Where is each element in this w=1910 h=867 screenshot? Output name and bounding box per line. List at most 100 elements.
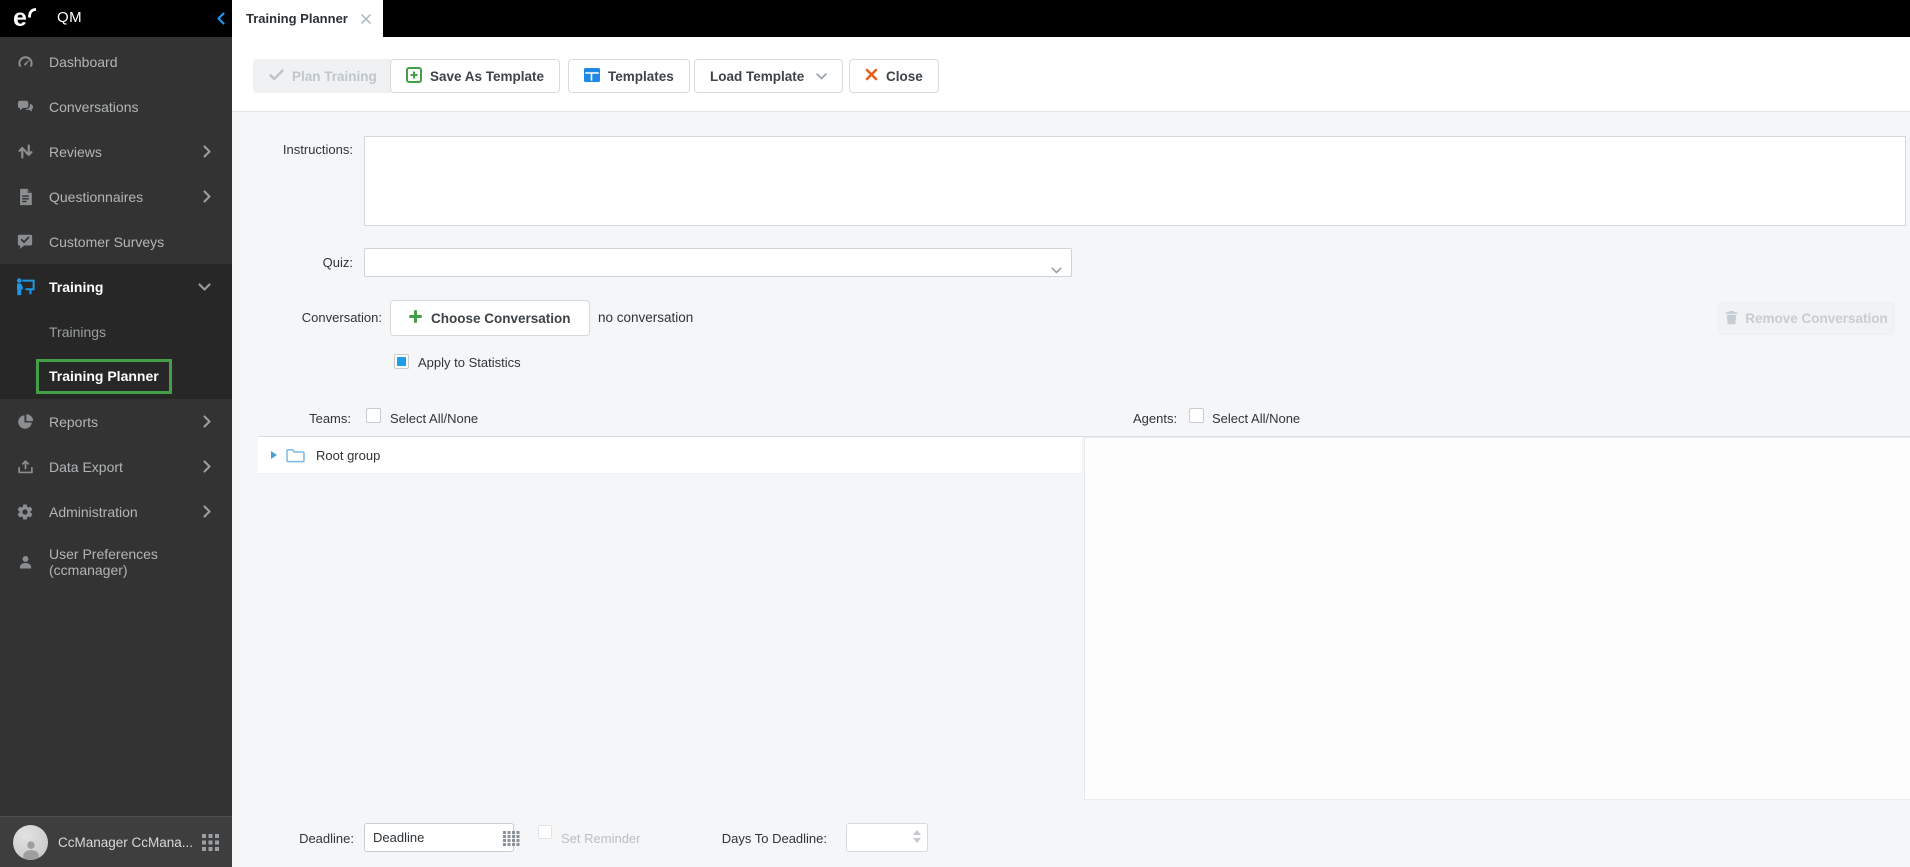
teams-select-all-checkbox[interactable] (366, 408, 381, 423)
tree-node-label: Root group (316, 447, 381, 463)
tab-close-icon[interactable] (360, 13, 372, 25)
chevron-right-icon (203, 415, 211, 428)
sidebar-item-label: Dashboard (49, 53, 118, 70)
presenter-icon (15, 277, 35, 297)
expand-triangle-icon[interactable] (271, 451, 277, 459)
set-reminder-checkbox[interactable] (538, 825, 552, 839)
sidebar-item-questionnaires[interactable]: Questionnaires (0, 174, 232, 219)
sidebar-item-label: Reviews (49, 143, 102, 160)
sidebar-item-label: Training Planner (49, 368, 159, 384)
save-as-template-button[interactable]: Save As Template (390, 59, 561, 93)
set-reminder-label: Set Reminder (561, 831, 641, 846)
collapse-sidebar-icon[interactable] (217, 12, 225, 30)
agents-select-all-label: Select All/None (1212, 411, 1301, 426)
document-icon (15, 188, 35, 206)
stepper-arrows-icon[interactable] (913, 830, 921, 843)
sidebar-item-administration[interactable]: Administration (0, 489, 232, 534)
export-tray-icon (15, 458, 35, 475)
days-to-deadline-label: Days To Deadline: (721, 831, 827, 846)
days-to-deadline-stepper[interactable] (846, 823, 928, 852)
remove-conversation-button[interactable]: Remove Conversation (1718, 302, 1895, 335)
chevron-right-icon (203, 190, 211, 203)
arrow-up-icon (913, 830, 921, 835)
sidebar-item-data-export[interactable]: Data Export (0, 444, 232, 489)
arrows-up-down-icon (15, 143, 35, 160)
apply-to-statistics-label: Apply to Statistics (418, 355, 521, 370)
sidebar-item-label: Conversations (49, 98, 139, 115)
sidebar-item-user-preferences[interactable]: User Preferences (ccmanager) (0, 534, 232, 590)
chevron-right-icon (203, 460, 211, 473)
close-x-icon (865, 68, 878, 84)
tab-training-planner[interactable]: Training Planner (232, 0, 383, 37)
deadline-input[interactable] (364, 823, 514, 852)
sidebar-item-training-planner[interactable]: Training Planner (0, 354, 232, 399)
sidebar-item-label: Questionnaires (49, 188, 144, 205)
quiz-label: Quiz: (322, 255, 353, 270)
sidebar-item-trainings[interactable]: Trainings (0, 309, 232, 354)
folder-icon (286, 448, 305, 463)
plus-icon (409, 310, 422, 326)
chat-bubbles-icon (15, 98, 35, 116)
sidebar-item-label: Trainings (49, 323, 107, 340)
chevron-down-icon (816, 72, 827, 80)
pie-chart-icon (15, 413, 35, 430)
sidebar-item-training[interactable]: Training (0, 264, 232, 309)
chevron-down-icon (198, 282, 211, 291)
instructions-textarea[interactable] (364, 136, 1906, 226)
app-root: e QM Training Planner Dashboard Conversa… (0, 0, 1910, 867)
load-template-button[interactable]: Load Template (694, 59, 844, 93)
sidebar-item-label: User Preferences (ccmanager) (49, 545, 158, 578)
instructions-label: Instructions: (282, 142, 353, 157)
tab-label: Training Planner (246, 11, 348, 26)
toolbar: Plan Training Save As Template Templates… (232, 37, 1910, 112)
agents-select-all-checkbox[interactable] (1189, 408, 1204, 423)
conversation-status: no conversation (598, 310, 694, 325)
product-title: QM (57, 9, 83, 26)
sidebar-item-dashboard[interactable]: Dashboard (0, 39, 232, 84)
chevron-down-icon (1051, 261, 1062, 279)
trash-icon (1725, 310, 1738, 328)
top-bar: e QM Training Planner (0, 0, 1910, 37)
sidebar-item-customer-surveys[interactable]: Customer Surveys (0, 219, 232, 264)
user-profile-bar[interactable]: CcManager CcMana... (0, 816, 232, 867)
chevron-right-icon (203, 505, 211, 518)
deadline-label: Deadline: (299, 831, 354, 846)
arrow-down-icon (913, 838, 921, 843)
sidebar-nav: Dashboard Conversations Reviews Question… (0, 37, 232, 590)
quiz-select[interactable] (364, 248, 1072, 277)
sidebar-item-label: Customer Surveys (49, 233, 165, 250)
teams-tree-row-root-group[interactable]: Root group (258, 437, 1082, 474)
sidebar-item-conversations[interactable]: Conversations (0, 84, 232, 129)
choose-conversation-button[interactable]: Choose Conversation (390, 300, 590, 336)
close-button[interactable]: Close (849, 59, 939, 93)
plan-training-button[interactable]: Plan Training (253, 59, 393, 93)
sidebar-item-reviews[interactable]: Reviews (0, 129, 232, 174)
sidebar-item-label: Reports (49, 413, 99, 430)
sidebar-item-label: Training (49, 278, 104, 295)
agents-label: Agents: (1133, 411, 1178, 426)
plus-square-icon (406, 66, 422, 86)
sidebar-item-label: Data Export (49, 458, 123, 475)
person-icon (15, 554, 35, 571)
agents-panel (1084, 437, 1910, 800)
teams-select-all-label: Select All/None (390, 411, 479, 426)
templates-button[interactable]: Templates (568, 59, 690, 93)
gear-icon (15, 503, 35, 521)
training-section: Training Trainings Training Planner (0, 264, 232, 399)
sidebar-item-reports[interactable]: Reports (0, 399, 232, 444)
main-content: Plan Training Save As Template Templates… (232, 37, 1910, 867)
user-name: CcManager CcMana... (58, 834, 194, 850)
sidebar-item-label: Administration (49, 503, 138, 520)
apps-grid-icon[interactable] (202, 833, 219, 851)
chevron-right-icon (203, 145, 211, 158)
teams-label: Teams: (309, 411, 351, 426)
gauge-icon (15, 52, 35, 71)
eleveo-logo-icon: e (13, 3, 37, 33)
apply-to-statistics-checkbox[interactable] (394, 354, 409, 369)
check-icon (269, 68, 284, 84)
table-grid-icon (584, 67, 600, 85)
selected-item-outline: Training Planner (36, 359, 172, 394)
survey-bubble-icon (15, 233, 35, 250)
training-planner-form: Instructions: Quiz: Conversation: Choose… (232, 112, 1910, 867)
conversation-label: Conversation: (301, 310, 382, 325)
